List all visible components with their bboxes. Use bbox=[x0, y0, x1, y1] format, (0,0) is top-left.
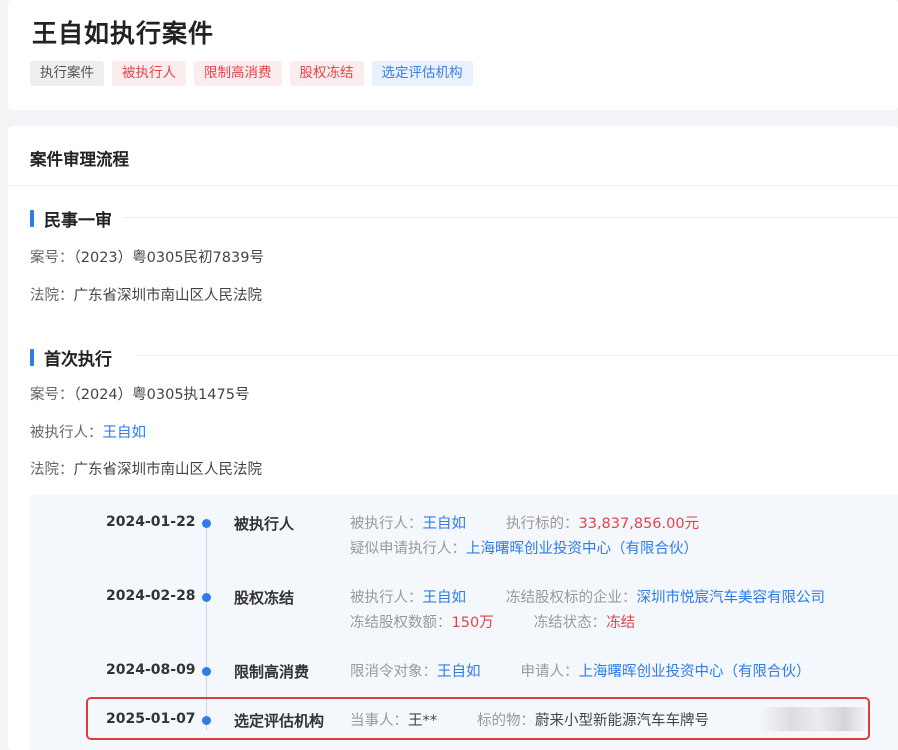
court-label: 法院： bbox=[30, 462, 74, 478]
timeline-dot bbox=[202, 519, 211, 528]
case-no-value: （2023）粤0305民初7839号 bbox=[73, 250, 264, 266]
tag-appraisal-agency[interactable]: 选定评估机构 bbox=[371, 61, 473, 86]
detail-value: 33,837,856.00元 bbox=[578, 516, 700, 532]
case-tags: 执行案件 被执行人 限制高消费 股权冻结 选定评估机构 bbox=[30, 61, 473, 86]
timeline-item: 2024-02-28 股权冻结 被执行人：王自如 冻结股权标的企业：深圳市悦宸汽车… bbox=[30, 586, 898, 631]
stage-divider bbox=[123, 217, 898, 218]
detail-value: 冻结 bbox=[606, 615, 636, 631]
detail-key: 疑似申请执行人： bbox=[350, 541, 466, 557]
case-header-card: 王自如执行案件 执行案件 被执行人 限制高消费 股权冻结 选定评估机构 bbox=[8, 0, 898, 110]
detail-value: 150万 bbox=[451, 615, 494, 631]
detail-key: 申请人： bbox=[520, 664, 579, 680]
stage-first-trial: 民事一审 bbox=[30, 206, 112, 231]
detail-link[interactable]: 上海曙晖创业投资中心（有限合伙） bbox=[579, 664, 811, 680]
timeline-date: 2024-01-22 bbox=[106, 514, 196, 530]
court-value: 广东省深圳市南山区人民法院 bbox=[73, 462, 263, 478]
tag-consumption-restriction[interactable]: 限制高消费 bbox=[194, 61, 282, 86]
stage-first-execution: 首次执行 bbox=[30, 345, 112, 370]
case-process-card: 案件审理流程 民事一审 案号：（2023）粤0305民初7839号 法院：广东省… bbox=[8, 126, 898, 750]
first-trial-case-no: 案号：（2023）粤0305民初7839号 bbox=[30, 246, 264, 267]
detail-key: 被执行人： bbox=[350, 590, 423, 606]
timeline-date: 2024-08-09 bbox=[106, 662, 196, 678]
timeline-event-type: 限制高消费 bbox=[234, 663, 310, 681]
court-label: 法院： bbox=[30, 288, 74, 304]
tag-equity-freeze[interactable]: 股权冻结 bbox=[289, 61, 364, 86]
stage-name: 首次执行 bbox=[44, 350, 112, 370]
executed-label: 被执行人： bbox=[30, 425, 103, 441]
timeline-date: 2024-02-28 bbox=[106, 588, 196, 604]
detail-link[interactable]: 王自如 bbox=[423, 516, 467, 532]
detail-link[interactable]: 深圳市悦宸汽车美容有限公司 bbox=[637, 590, 826, 606]
timeline-detail-line: 被执行人：王自如 执行标的：33,837,856.00元 bbox=[350, 512, 699, 533]
tag-executed-person[interactable]: 被执行人 bbox=[112, 61, 186, 86]
first-trial-court: 法院：广东省深圳市南山区人民法院 bbox=[30, 284, 262, 305]
timeline-item: 2024-01-22 被执行人 被执行人：王自如 执行标的：33,837,856.… bbox=[30, 512, 898, 557]
stage-name: 民事一审 bbox=[44, 211, 112, 231]
page-title: 王自如执行案件 bbox=[32, 19, 215, 48]
timeline-detail-line: 限消令对象：王自如 申请人：上海曙晖创业投资中心（有限合伙） bbox=[350, 660, 811, 681]
stage-marker bbox=[30, 210, 34, 227]
detail-link[interactable]: 王自如 bbox=[423, 590, 467, 606]
case-no-value: （2024）粤0305执1475号 bbox=[73, 387, 250, 403]
timeline-detail-line: 疑似申请执行人：上海曙晖创业投资中心（有限合伙） bbox=[350, 537, 698, 558]
detail-link[interactable]: 上海曙晖创业投资中心（有限合伙） bbox=[466, 541, 698, 557]
executed-person-link[interactable]: 王自如 bbox=[103, 425, 147, 441]
timeline-detail-line: 被执行人：王自如 冻结股权标的企业：深圳市悦宸汽车美容有限公司 bbox=[350, 586, 825, 607]
detail-key: 冻结股权标的企业： bbox=[506, 590, 637, 606]
detail-key: 执行标的： bbox=[506, 516, 579, 532]
first-execution-executed-person: 被执行人：王自如 bbox=[30, 421, 146, 442]
case-no-label: 案号： bbox=[30, 250, 74, 266]
first-execution-case-no: 案号：（2024）粤0305执1475号 bbox=[30, 383, 249, 404]
timeline-dot bbox=[202, 667, 211, 676]
timeline-event-type: 被执行人 bbox=[234, 515, 295, 533]
highlight-box bbox=[86, 697, 870, 740]
first-execution-court: 法院：广东省深圳市南山区人民法院 bbox=[30, 458, 262, 479]
stage-marker bbox=[30, 349, 34, 366]
tag-execution-case[interactable]: 执行案件 bbox=[30, 61, 104, 86]
stage-divider bbox=[136, 355, 898, 356]
timeline-item: 2024-08-09 限制高消费 限消令对象：王自如 申请人：上海曙晖创业投资中心… bbox=[30, 660, 898, 690]
detail-key: 限消令对象： bbox=[350, 664, 437, 680]
detail-key: 被执行人： bbox=[350, 516, 423, 532]
detail-key: 冻结股权数额： bbox=[350, 615, 452, 631]
timeline-event-type: 股权冻结 bbox=[234, 589, 295, 607]
case-no-label: 案号： bbox=[30, 387, 74, 403]
section-divider bbox=[8, 185, 898, 186]
timeline-detail-line: 冻结股权数额：150万 冻结状态：冻结 bbox=[350, 611, 635, 632]
court-value: 广东省深圳市南山区人民法院 bbox=[73, 288, 263, 304]
section-title: 案件审理流程 bbox=[30, 150, 129, 169]
timeline-dot bbox=[202, 593, 211, 602]
detail-key: 冻结状态： bbox=[533, 615, 607, 631]
detail-link[interactable]: 王自如 bbox=[437, 664, 481, 680]
